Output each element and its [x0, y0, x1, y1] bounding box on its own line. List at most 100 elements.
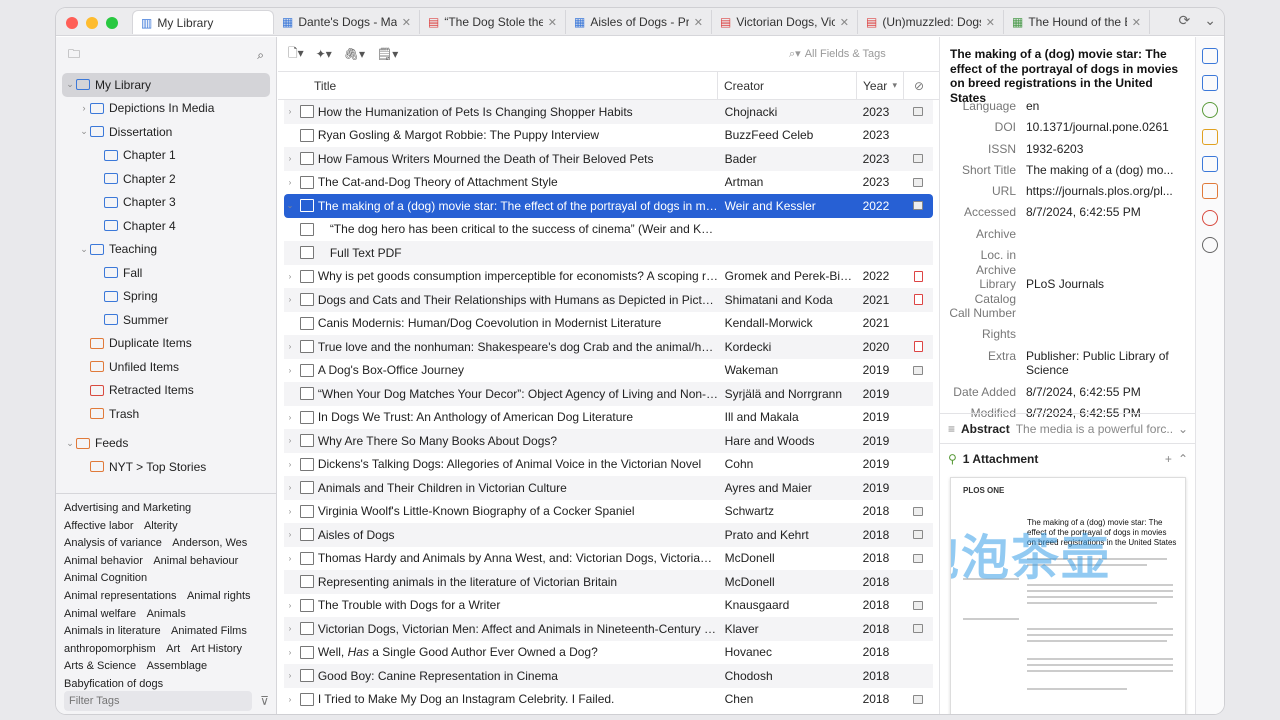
- item-row[interactable]: › Victorian Dogs, Victorian Men: Affect a…: [284, 617, 933, 641]
- disclosure-icon[interactable]: ›: [284, 178, 296, 187]
- item-row[interactable]: › Good Boy: Canine Representation in Cine…: [284, 664, 933, 688]
- attachment-cell[interactable]: [903, 600, 933, 610]
- field-value[interactable]: PLoS Journals: [1026, 277, 1176, 292]
- tag[interactable]: Anderson, Wes: [172, 537, 247, 549]
- attachments-icon[interactable]: [1202, 102, 1218, 118]
- item-title[interactable]: The making of a (dog) movie star: The ef…: [940, 37, 1195, 105]
- tag[interactable]: Animal representations: [64, 590, 177, 602]
- collection-1[interactable]: › Depictions In Media: [56, 97, 276, 121]
- item-row[interactable]: › Animals and Their Children in Victorian…: [284, 476, 933, 500]
- field-value[interactable]: Publisher: Public Library of Science: [1026, 349, 1176, 378]
- attachment-cell[interactable]: [903, 177, 933, 187]
- new-collection-icon[interactable]: 🗀: [68, 45, 80, 66]
- collection-16[interactable]: NYT > Top Stories: [56, 455, 276, 479]
- attachment-cell[interactable]: [903, 624, 933, 634]
- tag[interactable]: Animals in literature: [64, 625, 161, 637]
- attachment-cell[interactable]: [903, 553, 933, 563]
- close-window-button[interactable]: [66, 17, 78, 29]
- item-row[interactable]: › In Dogs We Trust: An Anthology of Ameri…: [284, 406, 933, 430]
- disclosure-icon[interactable]: ›: [284, 624, 296, 633]
- add-icon[interactable]: +: [1165, 452, 1172, 466]
- close-tab-icon[interactable]: ✕: [986, 16, 995, 29]
- attachment-cell[interactable]: [903, 270, 933, 282]
- disclosure-icon[interactable]: ⌄: [78, 126, 90, 137]
- field-value[interactable]: 8/7/2024, 6:42:55 PM: [1026, 385, 1176, 400]
- item-row[interactable]: › Thomas Hardy and Animals by Anna West, …: [284, 547, 933, 571]
- disclosure-icon[interactable]: ›: [284, 154, 296, 163]
- column-year[interactable]: Year ▾: [857, 72, 904, 99]
- tab-3[interactable]: ▦ Aisles of Dogs - Pra ✕: [566, 10, 712, 34]
- tag[interactable]: Assemblage: [147, 660, 208, 672]
- disclosure-icon[interactable]: ›: [284, 295, 296, 304]
- tab-1[interactable]: ▦ Dante's Dogs - Man ✕: [274, 10, 420, 34]
- field-value[interactable]: 10.1371/journal.pone.0261: [1026, 120, 1176, 135]
- field-value[interactable]: 1932-6203: [1026, 142, 1176, 157]
- minimize-window-button[interactable]: [86, 17, 98, 29]
- disclosure-icon[interactable]: ⌄: [64, 438, 76, 449]
- filter-icon[interactable]: ⊽: [260, 694, 269, 708]
- chevron-up-icon[interactable]: ⌃: [1178, 452, 1188, 466]
- pdf-preview[interactable]: PLOS ONE The making of a (dog) movie sta…: [950, 477, 1186, 714]
- tag[interactable]: Animals: [147, 608, 186, 620]
- tag[interactable]: Affective labor: [64, 520, 134, 532]
- tag[interactable]: Animated Films: [171, 625, 247, 637]
- tag[interactable]: Arts & Science: [64, 660, 136, 672]
- item-row[interactable]: › How the Humanization of Pets Is Changin…: [284, 100, 933, 124]
- attachment-cell[interactable]: [903, 506, 933, 516]
- tag[interactable]: anthropomorphism: [64, 643, 156, 655]
- attachment-cell[interactable]: [903, 154, 933, 164]
- disclosure-icon[interactable]: ›: [284, 413, 296, 422]
- item-row[interactable]: › A Dog's Box-Office Journey Wakeman 2019: [284, 359, 933, 383]
- collection-14[interactable]: Trash: [56, 402, 276, 426]
- item-row[interactable]: › Why is pet goods consumption impercepti…: [284, 265, 933, 289]
- tag[interactable]: Animal welfare: [64, 608, 136, 620]
- item-row[interactable]: “When Your Dog Matches Your Decor”: Obje…: [284, 382, 933, 406]
- disclosure-icon[interactable]: ›: [284, 342, 296, 351]
- zoom-window-button[interactable]: [106, 17, 118, 29]
- disclosure-icon[interactable]: ›: [284, 460, 296, 469]
- disclosure-icon[interactable]: ›: [284, 695, 296, 704]
- close-tab-icon[interactable]: ✕: [840, 16, 849, 29]
- abstract-icon[interactable]: [1202, 75, 1218, 91]
- item-row[interactable]: › The Trouble with Dogs for a Writer Knaus…: [284, 594, 933, 618]
- disclosure-icon[interactable]: ›: [284, 648, 296, 657]
- tab-5[interactable]: ▤ (Un)muzzled: Dogs ✕: [858, 10, 1004, 34]
- item-row[interactable]: › I Tried to Make My Dog an Instagram Cel…: [284, 688, 933, 712]
- info-icon[interactable]: [1202, 48, 1218, 64]
- attachments-section[interactable]: ⚲ 1 Attachment + ⌃: [940, 443, 1195, 473]
- collection-4[interactable]: Chapter 2: [56, 167, 276, 191]
- collection-7[interactable]: ⌄ Teaching: [56, 238, 276, 262]
- collection-5[interactable]: Chapter 3: [56, 191, 276, 215]
- collection-2[interactable]: ⌄ Dissertation: [56, 120, 276, 144]
- close-tab-icon[interactable]: ✕: [548, 16, 557, 29]
- item-row[interactable]: › Virginia Woolf's Little-Known Biography…: [284, 500, 933, 524]
- collection-0[interactable]: ⌄ My Library: [62, 73, 270, 97]
- related-icon[interactable]: [1202, 210, 1218, 226]
- collection-15[interactable]: ⌄ Feeds: [56, 432, 276, 456]
- field-value[interactable]: en: [1026, 99, 1176, 114]
- collection-8[interactable]: Fall: [56, 261, 276, 285]
- disclosure-icon[interactable]: ⌄: [78, 244, 90, 255]
- libraries-collections-icon[interactable]: [1202, 156, 1218, 172]
- column-creator[interactable]: Creator: [718, 72, 857, 99]
- disclosure-icon[interactable]: ›: [284, 483, 296, 492]
- item-row[interactable]: › Well, Has a Single Good Author Ever Own…: [284, 641, 933, 665]
- attachment-cell[interactable]: [903, 201, 933, 211]
- item-row[interactable]: Canis Modernis: Human/Dog Coevolution in…: [284, 312, 933, 336]
- tag[interactable]: Analysis of variance: [64, 537, 162, 549]
- attachment-cell[interactable]: [903, 365, 933, 375]
- item-row[interactable]: › Why Are There So Many Books About Dogs?…: [284, 429, 933, 453]
- tab-6[interactable]: ▦ The Hound of the Ba ✕: [1004, 10, 1150, 34]
- field-value[interactable]: The making of a (dog) mo...: [1026, 163, 1176, 178]
- column-title[interactable]: Title: [278, 72, 718, 99]
- item-row[interactable]: ⌄ The making of a (dog) movie star: The e…: [284, 194, 933, 218]
- new-note-icon[interactable]: 🗒▾: [377, 47, 398, 61]
- sync-icon[interactable]: ⟳: [1179, 12, 1191, 29]
- item-row[interactable]: › Dogs and Cats and Their Relationships w…: [284, 288, 933, 312]
- disclosure-icon[interactable]: ›: [78, 103, 90, 113]
- disclosure-icon[interactable]: ›: [284, 530, 296, 539]
- attachment-cell[interactable]: [903, 294, 933, 306]
- tag[interactable]: Advertising and Marketing: [64, 502, 191, 514]
- item-row[interactable]: Full Text PDF: [284, 241, 933, 265]
- disclosure-icon[interactable]: ›: [284, 272, 296, 281]
